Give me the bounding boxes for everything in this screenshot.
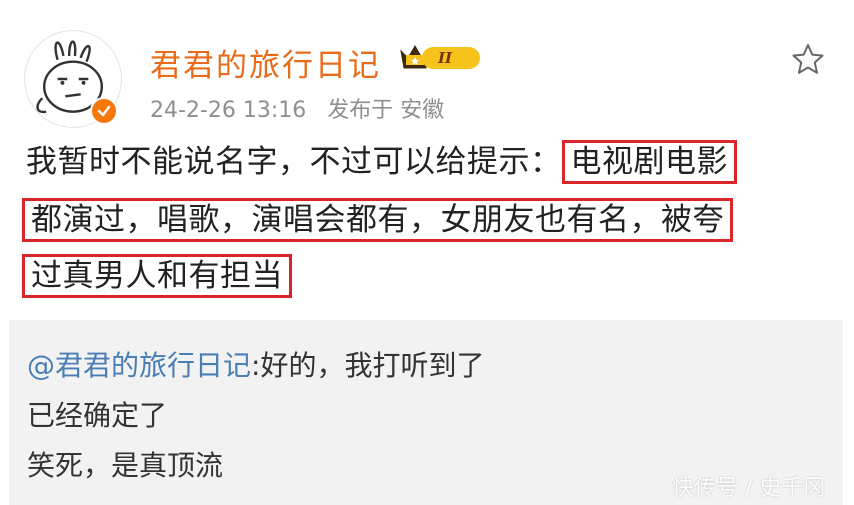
post-line-3: 过真男人和有担当 [22,254,292,298]
mention-link[interactable]: @君君的旅行日记 [27,349,251,382]
star-outline-icon [792,44,824,74]
username[interactable]: 君君的旅行日记 [150,40,381,85]
watermark: 快传号 / 史千冈 [672,476,826,501]
comment-line-3: 笑死，是真顶流 [27,449,224,482]
highlighted-text: 都演过，唱歌，演唱会都有，女朋友也有名，被夸 [22,198,733,242]
comment-reply: :好的，我打听到了 [251,349,485,382]
vip-badge[interactable]: II [398,42,484,72]
post-date: 24-2-26 13:16 [150,98,307,123]
post-line-2: 都演过，唱歌，演唱会都有，女朋友也有名，被夸 [22,198,733,242]
post-text-plain: 我暂时不能说名字，不过可以给提示： [26,144,562,180]
vip-level-label: II [422,47,480,69]
post-line-1: 我暂时不能说名字，不过可以给提示： 电视剧电影 [26,140,737,184]
post-meta: 24-2-26 13:16 发布于 安徽 [150,92,458,124]
verified-badge-icon [90,97,118,125]
comment-line-1: @君君的旅行日记:好的，我打听到了 [27,344,484,384]
comment-line-2: 已经确定了 [27,399,168,432]
highlighted-text: 电视剧电影 [561,140,737,184]
post-header: 君君的旅行日记 II 24-2-26 13:16 发布于 安徽 [0,0,854,135]
post-location: 发布于 安徽 [327,98,445,123]
favorite-button[interactable] [790,42,826,78]
highlighted-text: 过真男人和有担当 [22,254,292,298]
